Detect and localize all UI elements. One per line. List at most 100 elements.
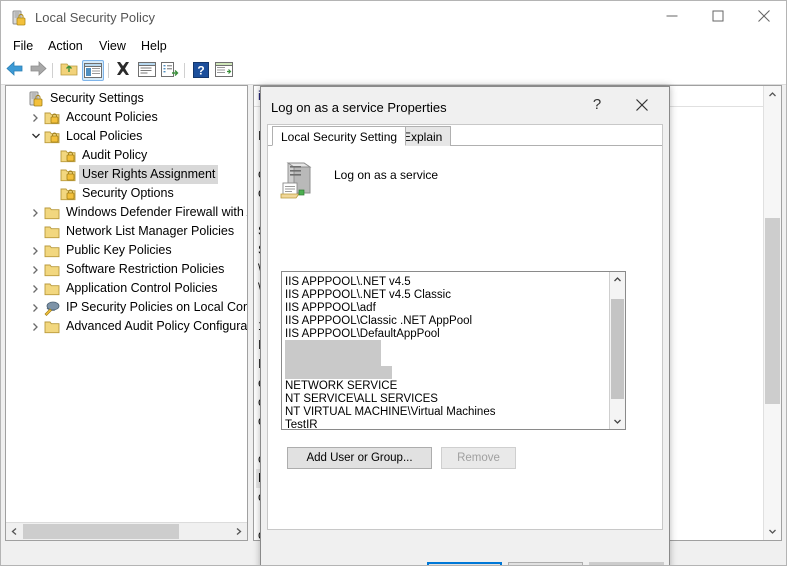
listbox-scroll-thumb[interactable] [611,299,624,399]
redacted-entry[interactable] [285,366,392,379]
policy-folder-icon [60,148,76,164]
listbox-entry[interactable]: TestIR [285,418,318,429]
tree-item-label[interactable]: Network List Manager Policies [63,222,237,241]
listbox-entry[interactable]: NT VIRTUAL MACHINE\Virtual Machines [285,405,495,419]
tree-item-label[interactable]: Application Control Policies [63,279,220,298]
policy-name-label: Log on as a service [334,168,439,182]
export-list-icon[interactable] [160,60,182,81]
console-tree-pane[interactable]: Security Settings Account Policies Local P… [5,85,248,541]
ipsec-icon [44,300,60,316]
menu-file[interactable]: File [7,38,39,55]
dialog-tabstrip: Local Security Setting Explain [268,125,662,146]
local-security-policy-window: Local Security Policy File Action View H… [0,0,787,566]
security-policy-icon [11,10,27,26]
show-tree-icon[interactable] [82,60,104,81]
folder-icon [44,224,60,240]
policy-folder-icon [44,129,60,145]
folder-icon [44,319,60,335]
minimize-button[interactable] [649,1,694,31]
scroll-up-icon[interactable] [764,86,781,103]
up-folder-icon[interactable] [59,60,81,81]
listbox-scroll-up-icon[interactable] [610,272,625,287]
toolbar-separator-2 [108,63,109,78]
title-bar: Local Security Policy [1,1,786,35]
listbox-entry[interactable]: IIS APPPOOL\adf [285,301,376,315]
forward-icon[interactable] [28,60,50,81]
folder-icon [44,262,60,278]
toolbar-separator-3 [184,63,185,78]
menu-bar: File Action View Help [1,35,786,57]
listbox-entry[interactable]: IIS APPPOOL\.NET v4.5 Classic [285,288,451,302]
redacted-entry[interactable] [285,353,381,366]
ok-button[interactable] [427,562,502,565]
tree-horizontal-scrollbar[interactable] [6,522,247,540]
tab-local-security-setting[interactable]: Local Security Setting [272,126,407,146]
chevron-right-icon[interactable] [28,260,44,279]
apply-button [589,562,664,565]
show-pane-icon[interactable] [214,60,236,81]
policy-folder-icon [44,110,60,126]
scroll-down-icon[interactable] [764,523,781,540]
listbox-entry[interactable]: IIS APPPOOL\Classic .NET AppPool [285,314,472,328]
tree-item-label[interactable]: Windows Defender Firewall with Adva [63,203,247,222]
scroll-right-icon[interactable] [230,523,247,540]
tree-item-label[interactable]: Local Policies [63,127,145,146]
properties-icon[interactable] [137,60,159,81]
back-icon[interactable] [5,60,27,81]
toolbar: ? [1,57,786,85]
server-policy-icon [280,161,314,201]
listbox-scrollbar[interactable] [609,272,625,429]
menu-view[interactable]: View [93,38,132,55]
menu-action[interactable]: Action [42,38,89,55]
tree-item-label[interactable]: Security Options [79,184,177,203]
folder-icon [44,243,60,259]
tree-item-label[interactable]: Audit Policy [79,146,150,165]
dialog-help-button[interactable]: ? [580,92,614,118]
close-button[interactable] [741,1,786,31]
tree-item-label[interactable]: IP Security Policies on Local Compute [63,298,247,317]
tree-item-label[interactable]: User Rights Assignment [79,165,219,184]
svg-text:?: ? [197,64,204,78]
tree-item-label[interactable]: Account Policies [63,108,161,127]
chevron-right-icon[interactable] [28,108,44,127]
chevron-right-icon[interactable] [28,279,44,298]
tree-item-label[interactable]: Security Settings [47,89,147,108]
chevron-down-icon[interactable] [28,127,44,146]
add-user-or-group-button[interactable]: Add User or Group... [287,447,432,469]
dialog-close-button[interactable] [625,92,659,118]
chevron-right-icon[interactable] [28,203,44,222]
policy-folder-icon [60,167,76,183]
listbox-scroll-down-icon[interactable] [610,414,625,429]
listbox-entry[interactable]: IIS APPPOOL\DefaultAppPool [285,327,440,341]
menu-help[interactable]: Help [135,38,173,55]
chevron-right-icon[interactable] [28,298,44,317]
assigned-accounts-listbox[interactable]: IIS APPPOOL\.NET v4.5 IIS APPPOOL\.NET v4… [281,271,626,430]
tree-scroll-thumb[interactable] [23,524,179,539]
listbox-entry[interactable]: IIS APPPOOL\.NET v4.5 [285,275,411,289]
toolbar-separator-1 [52,63,53,78]
listbox-entry[interactable]: NT SERVICE\ALL SERVICES [285,392,438,406]
tree-item-label[interactable]: Public Key Policies [63,241,175,260]
delete-icon[interactable] [114,60,136,81]
security-settings-icon [28,91,44,107]
tree-item-label[interactable]: Software Restriction Policies [63,260,227,279]
window-title: Local Security Policy [35,10,155,25]
chevron-right-icon[interactable] [28,317,44,336]
folder-icon [44,205,60,221]
tree-item-label[interactable]: Advanced Audit Policy Configuration [63,317,247,336]
dialog-body: Local Security Setting Explain Log on as… [267,124,663,530]
redacted-entry[interactable] [285,340,381,353]
list-scroll-thumb[interactable] [765,218,780,404]
chevron-right-icon[interactable] [28,241,44,260]
policy-folder-icon [60,186,76,202]
properties-dialog: Log on as a service Properties ? Local S… [260,86,670,565]
dialog-title: Log on as a service Properties [271,100,447,115]
maximize-button[interactable] [695,1,740,31]
listbox-entry[interactable]: NETWORK SERVICE [285,379,397,393]
list-vertical-scrollbar[interactable] [763,86,781,540]
folder-icon [44,281,60,297]
help-icon[interactable]: ? [191,60,213,81]
dialog-footer [261,548,669,565]
cancel-button[interactable] [508,562,583,565]
scroll-left-icon[interactable] [6,523,23,540]
